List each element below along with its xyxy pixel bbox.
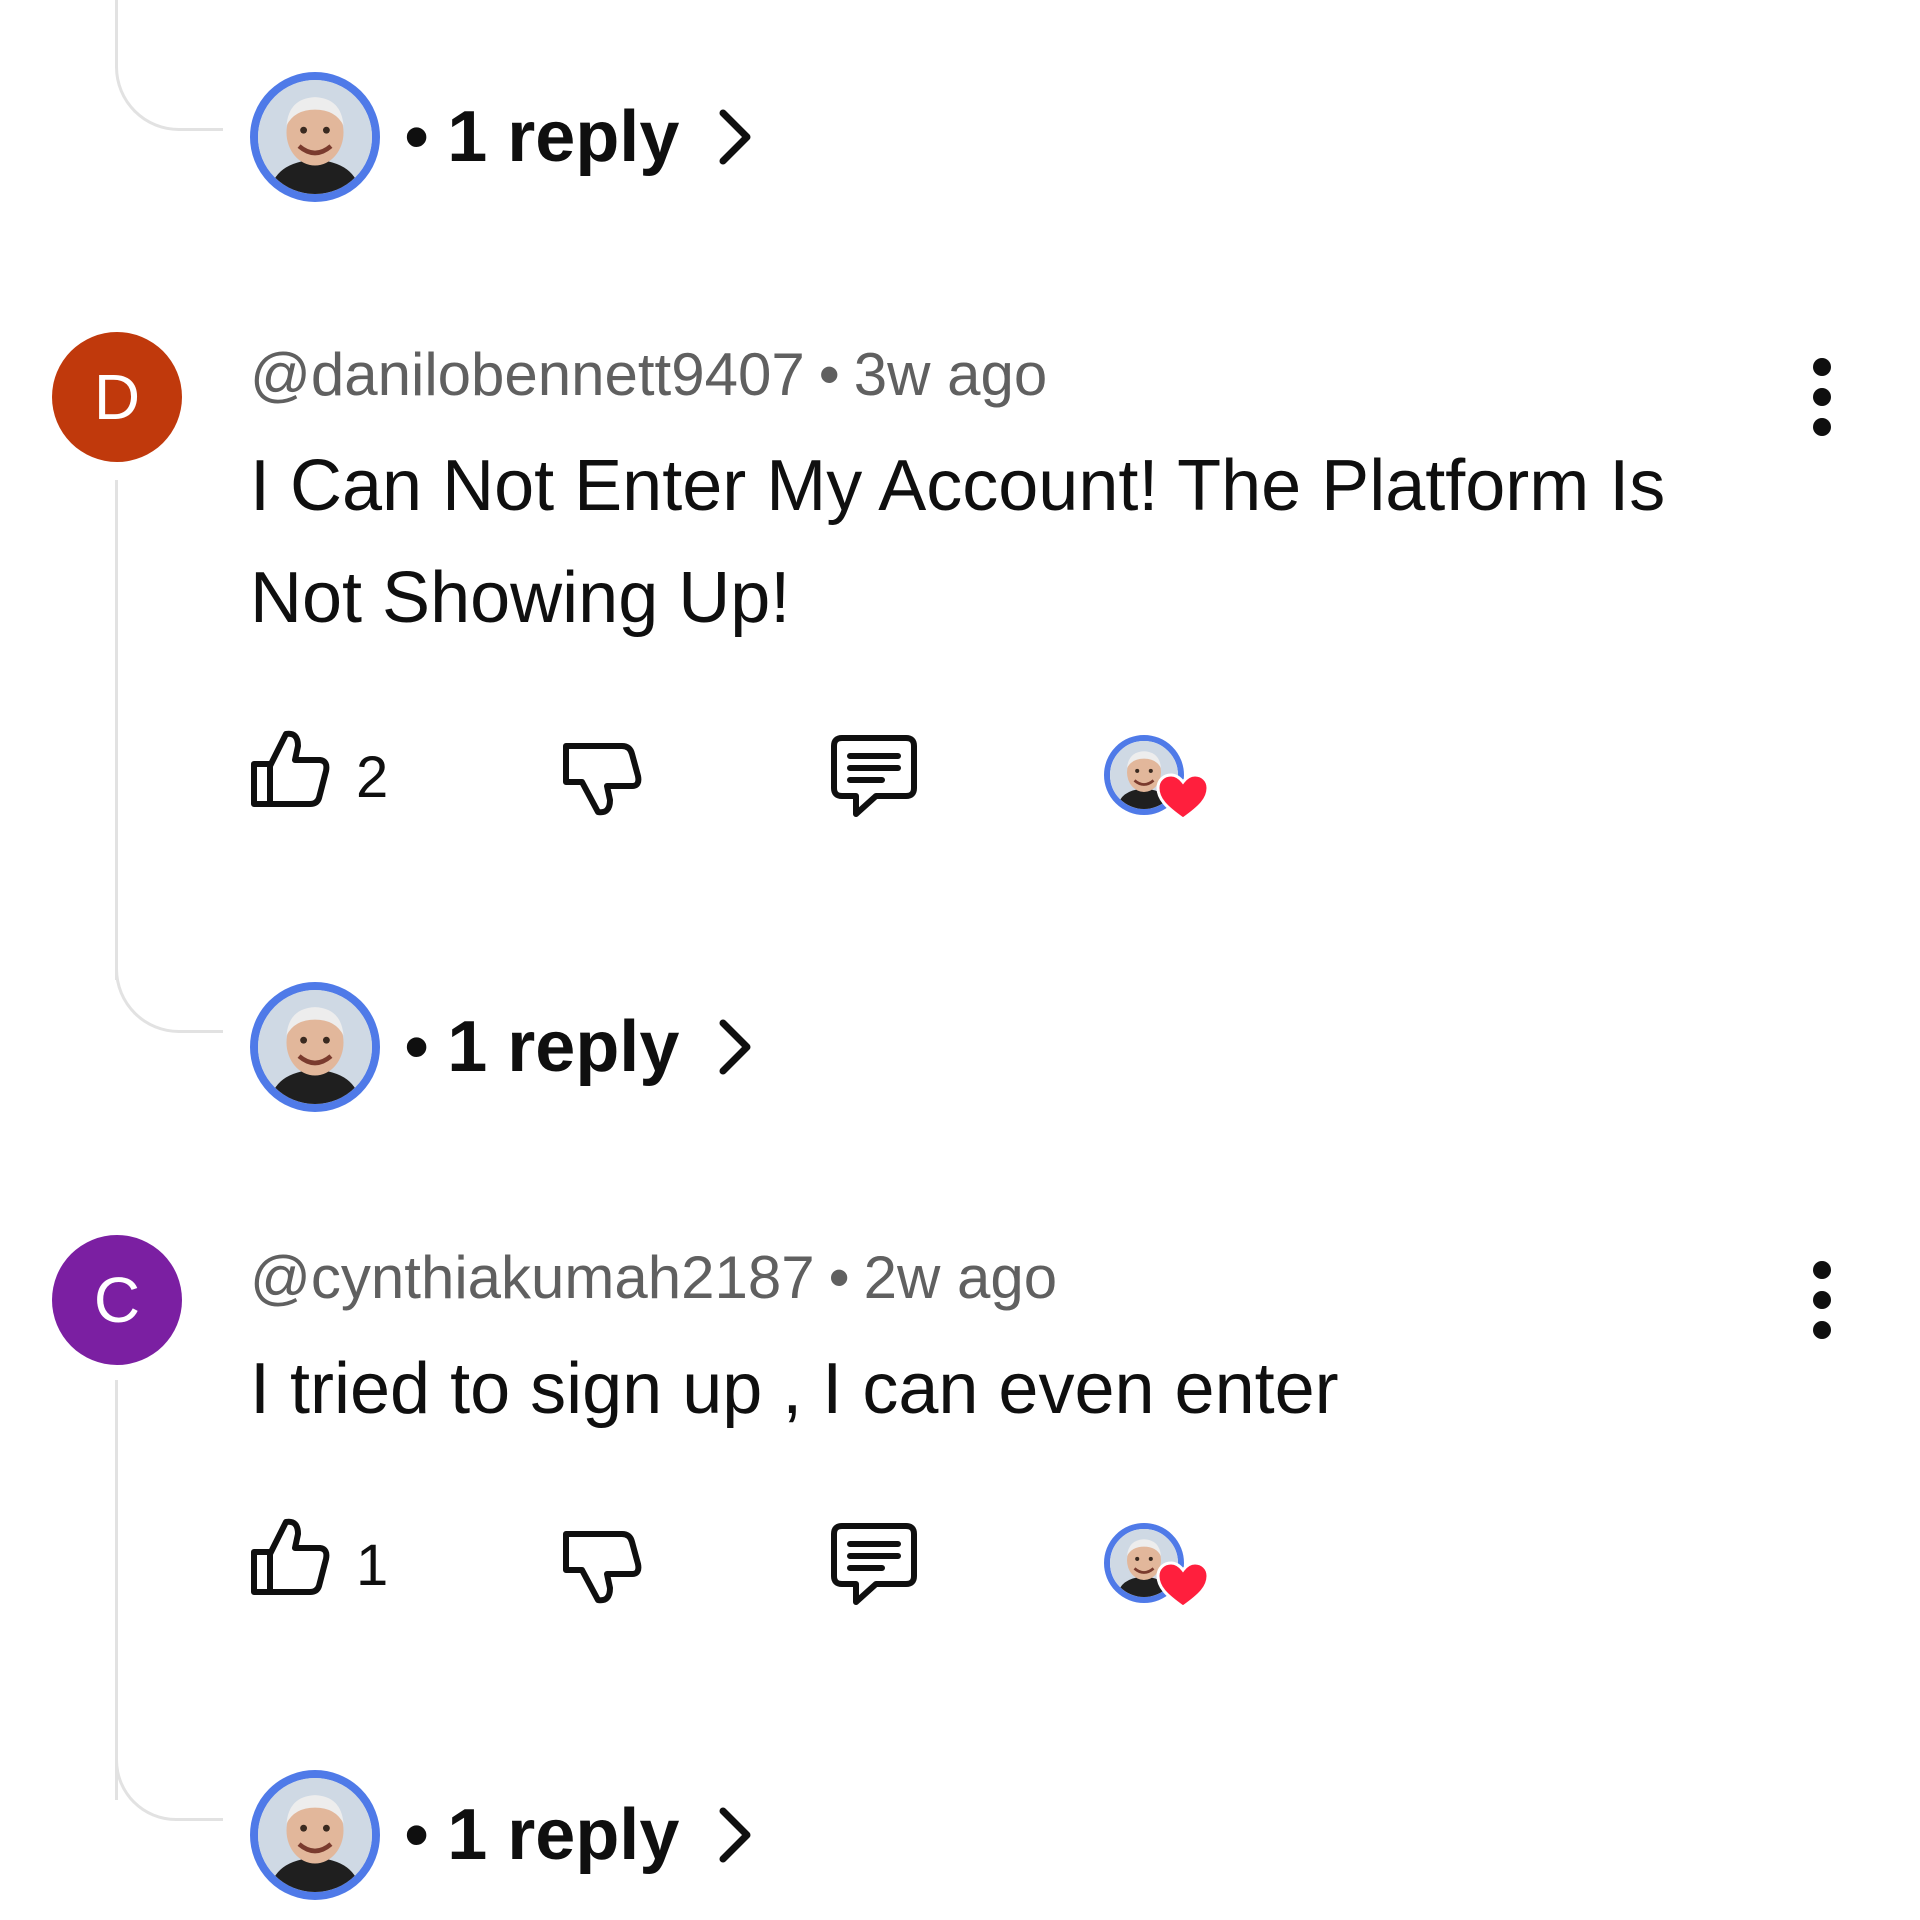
reply-count-label: 1 reply bbox=[447, 1007, 680, 1087]
dislike-icon[interactable] bbox=[552, 1516, 648, 1612]
comment-meta: @danilobennett9407 • 3w ago bbox=[250, 340, 1047, 409]
like-icon[interactable] bbox=[240, 720, 336, 816]
comment-text: I tried to sign up , I can even enter bbox=[250, 1349, 1339, 1429]
reply-bullet: • bbox=[404, 1007, 430, 1087]
avatar-letter: D bbox=[93, 361, 141, 433]
creator-avatar bbox=[250, 1770, 380, 1900]
creator-heart-badge bbox=[1104, 1523, 1214, 1613]
like-count: 2 bbox=[356, 745, 389, 810]
meta-separator: • bbox=[828, 1244, 850, 1311]
comment-meta: @cynthiakumah2187 • 2w ago bbox=[250, 1243, 1057, 1312]
thread-connector bbox=[115, 1760, 223, 1821]
avatar[interactable]: D bbox=[52, 332, 182, 462]
creator-heart-badge bbox=[1104, 735, 1214, 825]
dislike-icon[interactable] bbox=[552, 728, 648, 824]
chevron-right-icon bbox=[719, 109, 751, 165]
thread-line bbox=[115, 1380, 118, 1800]
avatar[interactable]: C bbox=[52, 1235, 182, 1365]
comment-text: I Can Not Enter My Account! The Platform… bbox=[250, 446, 1666, 638]
creator-avatar bbox=[250, 982, 380, 1112]
like-icon[interactable] bbox=[240, 1508, 336, 1604]
heart-icon bbox=[1156, 1561, 1210, 1609]
comment-time[interactable]: 2w ago bbox=[864, 1244, 1057, 1311]
reply-bullet: • bbox=[404, 97, 430, 177]
thread-connector bbox=[115, 930, 223, 1033]
avatar-letter: C bbox=[93, 1264, 141, 1336]
reply-comment-icon[interactable] bbox=[826, 1514, 922, 1610]
chevron-right-icon bbox=[719, 1807, 751, 1863]
author-handle[interactable]: @danilobennett9407 bbox=[250, 341, 805, 408]
view-replies-button[interactable]: • 1 reply bbox=[250, 1770, 765, 1900]
creator-avatar bbox=[250, 72, 380, 202]
chevron-right-icon bbox=[719, 1019, 751, 1075]
more-options-icon[interactable] bbox=[1802, 352, 1842, 442]
view-replies-button[interactable]: • 1 reply bbox=[250, 72, 765, 202]
more-options-icon[interactable] bbox=[1802, 1255, 1842, 1345]
reply-count-label: 1 reply bbox=[447, 1795, 680, 1875]
thread-connector bbox=[115, 0, 223, 131]
meta-separator: • bbox=[818, 341, 840, 408]
like-count: 1 bbox=[356, 1533, 389, 1598]
reply-count-label: 1 reply bbox=[447, 97, 680, 177]
author-handle[interactable]: @cynthiakumah2187 bbox=[250, 1244, 815, 1311]
thread-line bbox=[115, 480, 118, 980]
comment-time[interactable]: 3w ago bbox=[854, 341, 1047, 408]
view-replies-button[interactable]: • 1 reply bbox=[250, 982, 765, 1112]
reply-bullet: • bbox=[404, 1795, 430, 1875]
reply-comment-icon[interactable] bbox=[826, 726, 922, 822]
heart-icon bbox=[1156, 773, 1210, 821]
